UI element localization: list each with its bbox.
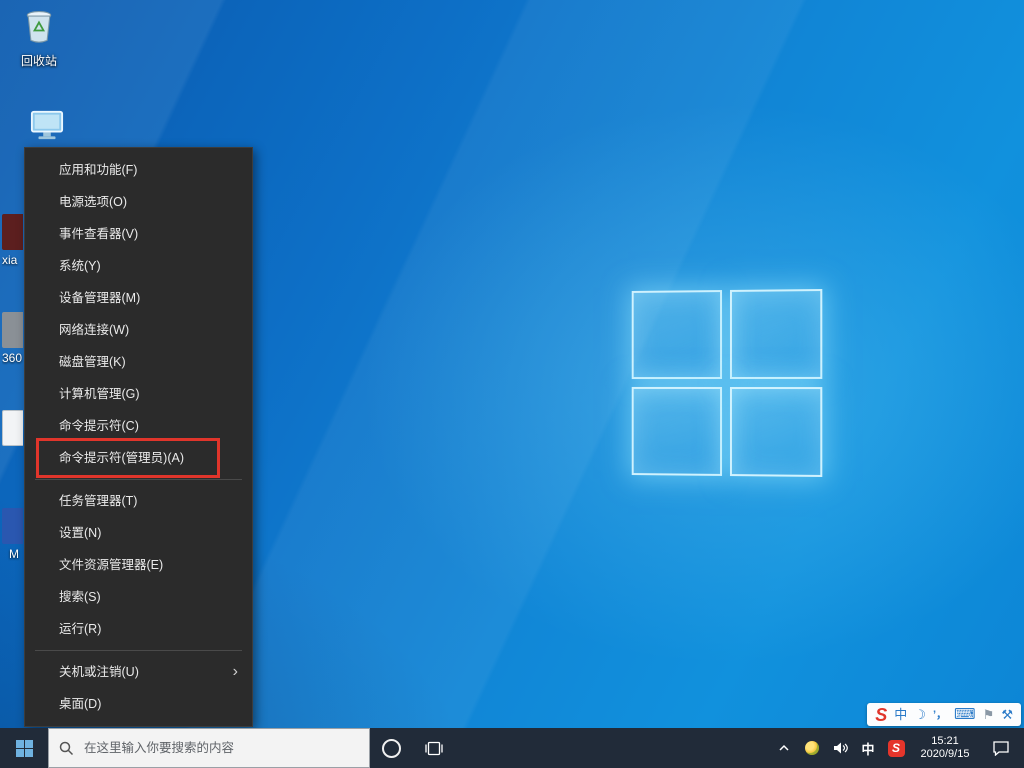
desktop-icon-recycle-bin[interactable]: 回收站 — [10, 7, 68, 69]
keyboard-icon[interactable] — [954, 705, 976, 725]
action-center-icon — [992, 740, 1010, 756]
tray-sogou[interactable]: S — [884, 728, 908, 768]
tray-clock[interactable]: 15:21 2020/9/15 — [912, 728, 978, 768]
desktop-icon-partial-360[interactable]: 360 — [2, 312, 23, 365]
search-input[interactable] — [82, 740, 359, 756]
menu-item[interactable]: 设置(N) — [25, 517, 252, 549]
windows-logo-pane — [730, 289, 822, 379]
clock-time: 15:21 — [912, 735, 978, 748]
punctuation-icon[interactable] — [933, 704, 947, 725]
menu-item[interactable]: 搜索(S) — [25, 581, 252, 613]
menu-separator — [35, 479, 242, 480]
system-tray: 中 S 15:21 2020/9/15 — [772, 728, 1024, 768]
windows-logo-pane — [730, 387, 822, 477]
menu-item[interactable]: 运行(R) — [25, 613, 252, 645]
desktop[interactable]: 回收站 xia 360 M 应用和功能(F)电源选项(O)事件查看器(V)系统(… — [0, 0, 1024, 768]
ime-language-label: 中 — [861, 739, 874, 758]
desktop-icon-partial-m[interactable]: M — [2, 508, 23, 561]
menu-item[interactable]: 应用和功能(F) — [25, 154, 252, 186]
toolbox-icon[interactable] — [1001, 705, 1013, 725]
start-button[interactable] — [0, 728, 48, 768]
app-icon — [2, 508, 23, 544]
document-icon — [2, 410, 23, 446]
flag-icon[interactable] — [983, 705, 995, 725]
cortana-button[interactable] — [370, 728, 412, 768]
menu-item[interactable]: 文件资源管理器(E) — [25, 549, 252, 581]
desktop-icon-label: M — [2, 547, 23, 561]
menu-item[interactable]: 磁盘管理(K) — [25, 346, 252, 378]
menu-item[interactable]: 事件查看器(V) — [25, 218, 252, 250]
windows-logo-pane — [632, 290, 722, 379]
menu-item-highlighted[interactable]: 命令提示符(管理员)(A) — [25, 442, 252, 474]
taskbar-search[interactable] — [48, 728, 370, 768]
taskbar-empty-area — [456, 728, 772, 768]
task-view-button[interactable] — [412, 728, 456, 768]
menu-item[interactable]: 系统(Y) — [25, 250, 252, 282]
taskbar: 中 S 15:21 2020/9/15 — [0, 728, 1024, 768]
desktop-icon-partial-doc[interactable] — [2, 410, 23, 446]
app-icon — [2, 312, 23, 348]
windows-logo-pane — [632, 387, 722, 476]
menu-item[interactable]: 命令提示符(C) — [25, 410, 252, 442]
recycle-bin-icon — [21, 7, 57, 45]
menu-item[interactable]: 网络连接(W) — [25, 314, 252, 346]
search-icon — [59, 741, 74, 756]
ime-mode-indicator[interactable]: 中 — [894, 705, 907, 725]
sogou-language-bar[interactable]: S 中 — [867, 703, 1021, 726]
menu-item[interactable]: 电源选项(O) — [25, 186, 252, 218]
windows-logo — [632, 289, 823, 477]
win-x-menu: 应用和功能(F)电源选项(O)事件查看器(V)系统(Y)设备管理器(M)网络连接… — [24, 147, 253, 727]
clock-date: 2020/9/15 — [912, 748, 978, 761]
volume-icon — [832, 741, 849, 755]
chevron-up-icon — [778, 744, 790, 752]
action-center-button[interactable] — [982, 728, 1020, 768]
menu-item[interactable]: 桌面(D) — [25, 688, 252, 720]
computer-icon — [28, 108, 66, 142]
menu-separator — [35, 650, 242, 651]
tray-volume[interactable] — [828, 728, 852, 768]
moon-icon[interactable] — [914, 705, 926, 725]
sogou-logo-icon[interactable]: S — [875, 705, 887, 725]
desktop-icon-label: 360 — [2, 351, 23, 365]
desktop-icon-label: 回收站 — [10, 52, 68, 69]
menu-item[interactable]: 任务管理器(T) — [25, 485, 252, 517]
menu-item[interactable]: 设备管理器(M) — [25, 282, 252, 314]
app-icon — [2, 214, 23, 250]
sogou-icon: S — [888, 740, 905, 757]
desktop-icon-partial-xia[interactable]: xia — [2, 214, 23, 267]
safety-icon — [805, 741, 819, 755]
tray-chevron-up[interactable] — [772, 728, 796, 768]
menu-item[interactable]: 计算机管理(G) — [25, 378, 252, 410]
tray-ime-indicator[interactable]: 中 — [856, 728, 880, 768]
menu-item[interactable]: 关机或注销(U) — [25, 656, 252, 688]
desktop-icon-computer[interactable] — [18, 108, 76, 149]
tray-safety[interactable] — [800, 728, 824, 768]
cortana-icon — [382, 739, 401, 758]
desktop-icon-label: xia — [2, 253, 23, 267]
windows-start-icon — [16, 740, 33, 757]
task-view-icon — [425, 741, 443, 756]
